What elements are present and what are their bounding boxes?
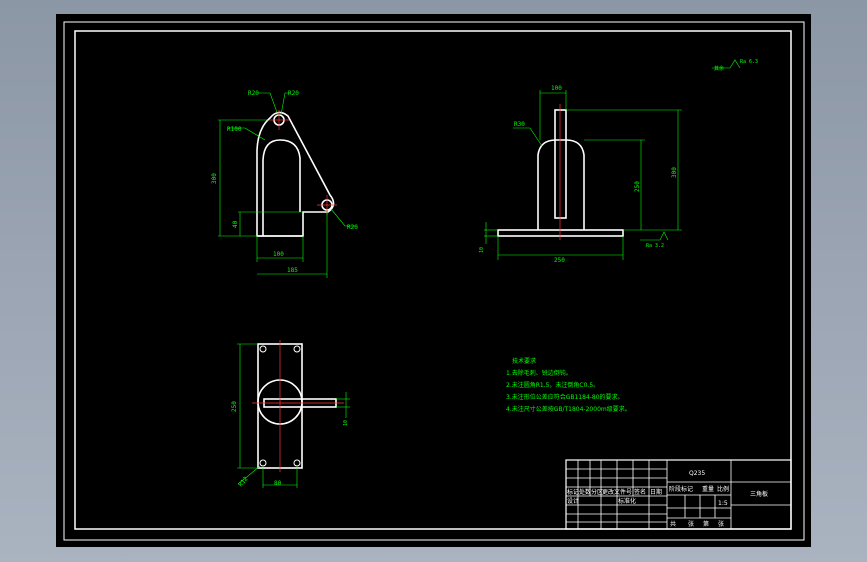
tb-label-weight: 重量 — [702, 485, 714, 493]
tb-label-date: 日期 — [650, 488, 662, 496]
side-roughness: Ra 3.2 — [646, 243, 664, 249]
top-dim-250: 250 — [231, 401, 238, 412]
roughness-value: Ra 6.3 — [740, 59, 758, 65]
roughness-prefix: 其余 — [714, 65, 724, 72]
title-block-part-name: 三角板 — [750, 490, 768, 498]
tb-label-count: 处数 — [579, 488, 591, 496]
front-dim-40: 40 — [232, 220, 239, 228]
tb-sheet-total-unit: 张 — [688, 520, 694, 528]
front-dim-r20-c: R20 — [347, 224, 358, 231]
top-dim-80: 80 — [274, 480, 282, 487]
tb-label-standard: 标准化 — [618, 497, 636, 505]
side-dim-r30: R30 — [514, 121, 525, 128]
side-dim-300: 300 — [671, 167, 678, 178]
notes-title: 技术要求 — [512, 357, 536, 365]
side-dim-10: 10 — [479, 247, 485, 253]
note-item-4: 4.未注尺寸公差按GB/T1804-2000m级要求。 — [506, 405, 631, 413]
side-dim-250: 250 — [634, 181, 641, 192]
front-dim-300: 300 — [211, 173, 218, 184]
drawing-background — [56, 14, 811, 547]
note-item-3: 3.未注形位公差应符合GB1184-80的要求。 — [506, 393, 624, 401]
front-dim-185: 185 — [287, 267, 298, 274]
tb-sheet-number-unit: 张 — [718, 520, 724, 528]
top-dim-10: 10 — [343, 420, 349, 426]
tb-label-signature: 签名 — [634, 488, 646, 496]
side-dim-250-w: 250 — [554, 257, 565, 264]
note-item-2: 2.未注圆角R1.5，未注倒角C0.5。 — [506, 381, 599, 389]
title-block-material: Q235 — [689, 470, 705, 477]
front-dim-r20-a: R20 — [248, 90, 259, 97]
tb-label-design: 设计 — [567, 497, 579, 505]
tb-label-marks: 标记 — [567, 488, 579, 496]
tb-label-stage: 阶段标记 — [669, 485, 693, 493]
front-dim-100: 100 — [273, 251, 284, 258]
side-dim-100: 100 — [551, 85, 562, 92]
front-dim-r20-b: R20 — [288, 90, 299, 97]
front-dim-r100: R100 — [227, 126, 242, 133]
tb-scale: 1:5 — [718, 500, 728, 507]
tb-sheet-total-label: 共 — [670, 520, 676, 528]
cad-drawing: R20 R20 R100 300 40 100 185 R20 100 R30 … — [56, 14, 811, 547]
tb-label-ratio: 比例 — [717, 485, 729, 493]
tb-label-change-doc: 更改文件号 — [602, 488, 632, 496]
tb-sheet-number-label: 第 — [703, 520, 709, 528]
note-item-1: 1.去除毛刺、锐边倒钝。 — [506, 369, 572, 377]
